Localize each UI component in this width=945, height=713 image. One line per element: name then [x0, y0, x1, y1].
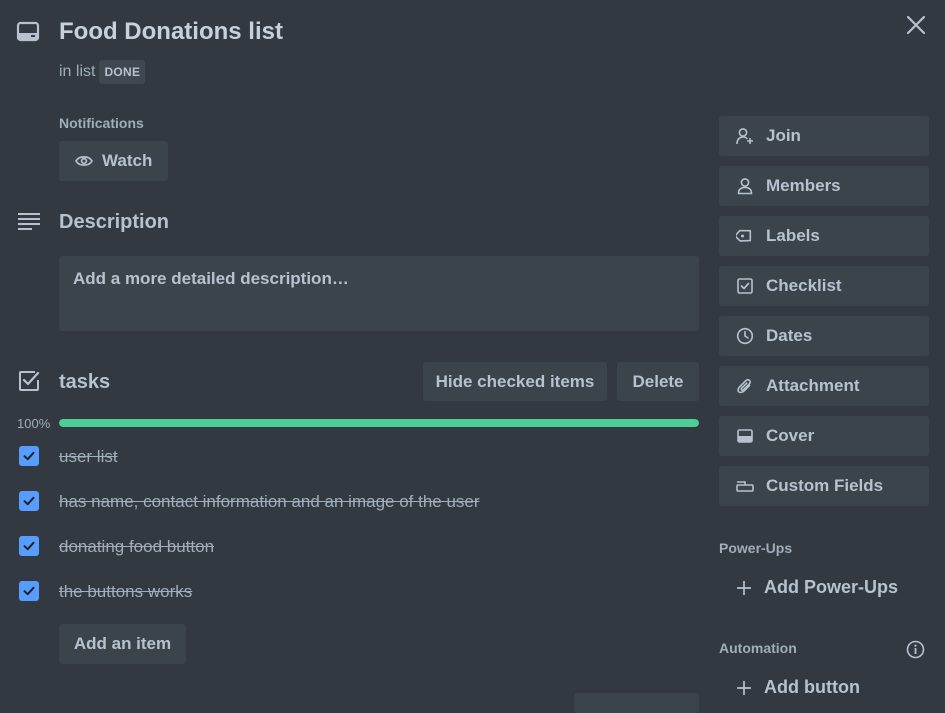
progress-percent: 100% — [17, 416, 51, 431]
in-list-prefix: in list — [59, 63, 96, 80]
hide-checked-items-button[interactable]: Hide checked items — [423, 362, 607, 401]
checklist-label: Checklist — [766, 276, 842, 295]
card-title[interactable]: Food Donations list — [59, 16, 283, 48]
checklist-button[interactable]: Checklist — [719, 266, 929, 306]
checkmark-icon — [23, 586, 35, 596]
close-icon[interactable] — [903, 12, 929, 38]
checklist-item-checkbox[interactable] — [19, 446, 39, 466]
cover-icon — [736, 427, 766, 445]
dates-button[interactable]: Dates — [719, 316, 929, 356]
partial-button[interactable] — [574, 693, 699, 713]
join-icon — [736, 127, 766, 145]
members-label: Members — [766, 176, 841, 195]
description-input[interactable]: Add a more detailed description… — [59, 256, 699, 331]
add-power-ups-button[interactable]: Add Power-Ups — [719, 577, 898, 598]
info-icon[interactable] — [906, 640, 925, 659]
checkmark-icon — [23, 541, 35, 551]
add-power-ups-label: Add Power-Ups — [764, 577, 899, 597]
checklist-item-text[interactable]: user list — [59, 447, 118, 467]
custom-fields-label: Custom Fields — [766, 476, 884, 495]
custom-fields-icon — [736, 477, 766, 495]
attachment-label: Attachment — [766, 376, 860, 395]
checklist-progress-bar — [59, 419, 699, 427]
join-button[interactable]: Join — [719, 116, 929, 156]
attachment-button[interactable]: Attachment — [719, 366, 929, 406]
cover-label: Cover — [766, 426, 815, 445]
clock-icon — [736, 327, 766, 345]
power-ups-label: Power-Ups — [719, 540, 793, 556]
add-button-button[interactable]: Add button — [719, 677, 860, 698]
notifications-label: Notifications — [59, 115, 144, 131]
watch-button[interactable]: Watch — [59, 141, 168, 181]
checklist-icon — [736, 277, 766, 295]
description-icon — [18, 212, 40, 230]
add-button-label: Add button — [764, 677, 860, 697]
members-icon — [736, 177, 766, 195]
card-icon — [16, 20, 42, 44]
checkmark-icon — [23, 496, 35, 506]
add-item-button[interactable]: Add an item — [59, 624, 186, 664]
checklist-title[interactable]: tasks — [59, 371, 110, 394]
eye-icon — [75, 154, 102, 168]
labels-button[interactable]: Labels — [719, 216, 929, 256]
description-title: Description — [59, 211, 170, 233]
delete-checklist-button[interactable]: Delete — [617, 362, 699, 401]
checklist-item-text[interactable]: donating food button — [59, 537, 214, 557]
labels-label: Labels — [766, 226, 820, 245]
checklist-icon — [18, 370, 40, 392]
watch-label: Watch — [102, 151, 153, 170]
cover-button[interactable]: Cover — [719, 416, 929, 456]
checklist-item-text[interactable]: the buttons works — [59, 582, 192, 602]
automation-label: Automation — [719, 640, 797, 656]
checklist-item-text[interactable]: has name, contact information and an ima… — [59, 492, 480, 512]
dates-label: Dates — [766, 326, 813, 345]
plus-icon — [736, 580, 764, 596]
checklist-item-checkbox[interactable] — [19, 536, 39, 556]
plus-icon — [736, 680, 764, 696]
progress-bar-fill — [59, 419, 699, 427]
checklist-item-checkbox[interactable] — [19, 491, 39, 511]
checkmark-icon — [23, 451, 35, 461]
join-label: Join — [766, 126, 801, 145]
list-name-badge[interactable]: DONE — [99, 60, 146, 84]
paperclip-icon — [736, 377, 766, 395]
custom-fields-button[interactable]: Custom Fields — [719, 466, 929, 506]
list-info: in list DONE — [59, 60, 146, 84]
members-button[interactable]: Members — [719, 166, 929, 206]
label-icon — [736, 227, 766, 245]
checklist-item-checkbox[interactable] — [19, 581, 39, 601]
